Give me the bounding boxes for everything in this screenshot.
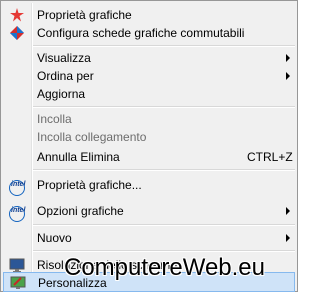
menu-item-configure-switchable-graphics[interactable]: Configura schede grafiche commutabili [3, 23, 295, 43]
menu-item-sort-by[interactable]: Ordina per [3, 66, 295, 86]
intel-icon: intel [9, 206, 25, 222]
menu-item-label: Proprietà grafiche [37, 8, 132, 22]
menu-item-view[interactable]: Visualizza [3, 48, 295, 68]
menu-item-label: Ordina per [37, 69, 94, 83]
menu-separator [33, 169, 295, 171]
watermark-text: ComputereWeb.eu [64, 254, 265, 281]
monitor-icon [9, 258, 25, 272]
menu-item-undo-delete[interactable]: Annulla Elimina CTRL+Z [3, 147, 295, 167]
context-menu: Proprietà grafiche Configura schede graf… [0, 0, 298, 292]
menu-item-intel-graphics-options[interactable]: intel Opzioni grafiche [3, 201, 295, 222]
menu-separator [33, 250, 295, 252]
menu-item-label: Nuovo [37, 231, 72, 245]
submenu-arrow-icon [286, 207, 290, 215]
menu-item-label: Annulla Elimina [37, 150, 120, 164]
menu-separator [33, 106, 295, 108]
menu-item-label: Incolla [37, 112, 72, 126]
diamond-graphics-icon [10, 26, 24, 40]
personalize-icon [10, 276, 26, 289]
menu-separator [33, 224, 295, 226]
menu-item-label: Visualizza [37, 51, 91, 65]
menu-item-label: Opzioni grafiche [37, 204, 124, 218]
shortcut-text: CTRL+Z [247, 150, 293, 164]
menu-item-new[interactable]: Nuovo [3, 228, 295, 248]
submenu-arrow-icon [286, 72, 290, 80]
menu-item-label: Aggiorna [37, 87, 86, 101]
menu-item-label: Proprietà grafiche... [37, 178, 142, 192]
menu-item-graphics-properties[interactable]: Proprietà grafiche [3, 5, 295, 25]
menu-item-refresh[interactable]: Aggiorna [3, 84, 295, 104]
submenu-arrow-icon [286, 234, 290, 242]
intel-icon: intel [9, 180, 25, 196]
menu-item-intel-graphics-properties[interactable]: intel Proprietà grafiche... [3, 175, 295, 196]
menu-item-paste-shortcut: Incolla collegamento [3, 127, 295, 147]
submenu-arrow-icon [286, 54, 290, 62]
red-star-icon [10, 8, 24, 22]
menu-item-label: Incolla collegamento [37, 130, 147, 144]
menu-separator [33, 45, 295, 47]
menu-item-paste: Incolla [3, 109, 295, 129]
menu-item-label: Configura schede grafiche commutabili [37, 26, 245, 40]
